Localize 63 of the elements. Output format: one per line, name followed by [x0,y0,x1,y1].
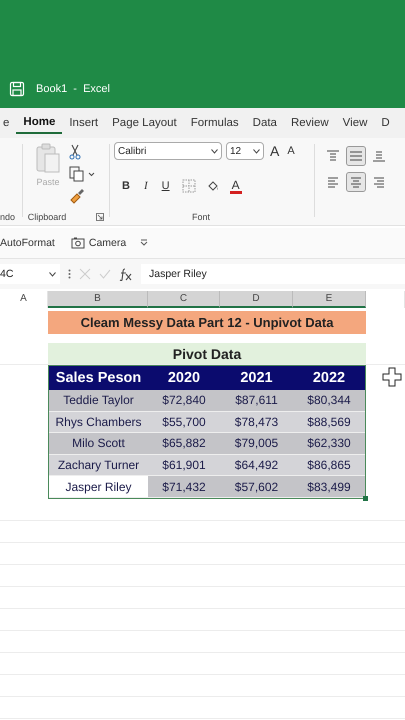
customize-toolbar-icon[interactable] [140,239,148,247]
dialog-launcher-icon[interactable] [96,213,104,221]
underline-button[interactable]: U [160,180,172,192]
table-cell[interactable]: $71,432 [148,476,220,498]
fill-color-icon[interactable] [206,179,220,193]
group-label: Font [192,212,210,222]
chevron-down-icon [49,272,56,276]
autoformat-button[interactable]: AutoFormat [0,237,57,249]
bold-button[interactable]: B [120,180,132,192]
more-icon [68,269,71,279]
ribbon-tab[interactable]: Insert [62,113,106,133]
cut-icon[interactable] [69,144,81,160]
table-cell[interactable]: $83,499 [293,476,365,498]
ribbon-tab[interactable]: e [0,113,16,133]
borders-icon[interactable] [182,179,196,193]
fill-handle[interactable] [363,496,368,501]
align-icon [349,176,363,188]
ribbon-tab[interactable]: Data [246,113,284,133]
table-cell[interactable]: Jasper Riley [49,476,148,498]
align-icon [349,150,363,162]
horizontal-align-button[interactable] [346,172,366,192]
shrink-font-button[interactable]: A [285,145,297,157]
group-label: Clipboard [28,212,66,222]
font-name-dropdown[interactable]: Calibri [114,142,222,160]
camera-button[interactable]: Camera [68,237,128,249]
table-subtitle: Pivot Data [48,343,366,364]
column-header[interactable]: C [148,291,220,308]
chevron-down-icon [253,148,260,154]
vertical-align-button[interactable] [346,146,366,166]
align-icon [372,176,386,188]
column-header[interactable]: E [293,291,366,308]
align-icon [372,150,386,162]
ribbon-tab[interactable]: View [336,113,374,133]
group-label: ndo [0,212,16,222]
save-icon[interactable] [9,81,25,97]
formula-field[interactable]: Jasper Riley [141,264,405,284]
column-heading: Sales Peson [54,369,142,388]
window-title: Book1 - Excel [36,83,110,95]
column-heading: 2021 [239,369,274,388]
italic-button[interactable]: I [142,180,150,192]
ribbon-tab[interactable]: Review [284,113,336,133]
align-icon [326,176,340,188]
ribbon-tab[interactable]: Home [16,112,62,134]
ribbon-tab[interactable]: D [374,113,397,133]
sheet-title: Cleam Messy Data Part 12 - Unpivot Data [48,311,366,334]
column-header[interactable]: B [48,291,148,308]
table-cell[interactable]: $57,602 [220,476,293,498]
column-header[interactable]: D [220,291,293,308]
camera-icon [70,237,85,249]
ribbon-tab[interactable]: Page Layout [105,113,184,133]
copy-icon[interactable] [69,166,95,182]
format-painter-icon[interactable] [69,188,85,204]
align-icon [326,150,340,162]
insert-function-icon[interactable] [119,267,133,281]
name-box[interactable]: 4C [0,264,60,284]
column-heading: 2020 [166,369,202,388]
chevron-down-icon [211,148,218,154]
font-size-dropdown[interactable]: 12 [226,142,264,160]
ribbon-tab[interactable]: Formulas [184,113,246,133]
column-heading: 2022 [312,369,346,388]
font-color-button[interactable]: A [230,178,242,194]
cursor-icon [382,367,402,387]
grow-font-button[interactable]: A [268,143,282,159]
